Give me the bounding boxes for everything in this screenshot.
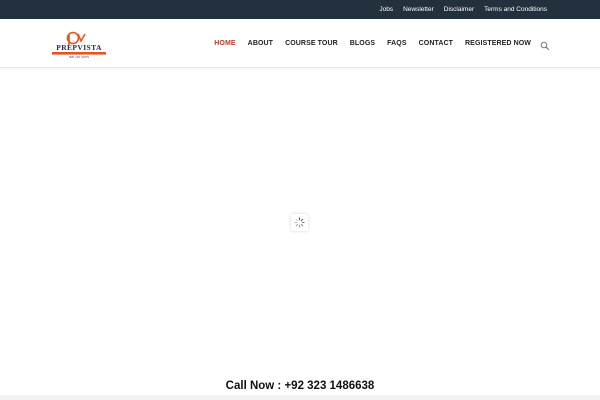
- top-link-terms[interactable]: Terms and Conditions: [479, 0, 552, 19]
- top-link-newsletter[interactable]: Newsletter: [398, 0, 439, 19]
- loading-spinner: [291, 214, 308, 231]
- nav-faqs[interactable]: FAQS: [381, 40, 412, 47]
- nav-registered-now[interactable]: REGISTERED NOW: [459, 40, 537, 47]
- nav-blogs[interactable]: BLOGS: [344, 40, 381, 47]
- nav-course-tour[interactable]: COURSE TOUR: [279, 40, 344, 47]
- site-logo[interactable]: PREPVISTA SMC | SCI | NOTS: [50, 31, 108, 59]
- page: Jobs Newsletter Disclaimer Terms and Con…: [0, 0, 600, 400]
- spinner-icon: [294, 217, 305, 228]
- logo-subtext: SMC | SCI | NOTS: [69, 56, 89, 59]
- nav-home[interactable]: HOME: [208, 40, 241, 47]
- call-now-text[interactable]: Call Now : +92 323 1486638: [0, 378, 600, 394]
- top-utility-bar: Jobs Newsletter Disclaimer Terms and Con…: [0, 0, 600, 19]
- nav-about[interactable]: ABOUT: [242, 40, 279, 47]
- logo-graphic: PREPVISTA SMC | SCI | NOTS: [52, 31, 106, 59]
- main-nav: HOME ABOUT COURSE TOUR BLOGS FAQS CONTAC…: [208, 19, 550, 67]
- logo-wordmark: PREPVISTA: [56, 43, 102, 52]
- top-link-jobs[interactable]: Jobs: [374, 0, 398, 19]
- top-link-disclaimer[interactable]: Disclaimer: [439, 0, 479, 19]
- nav-contact[interactable]: CONTACT: [413, 40, 459, 47]
- footer-strip: [0, 395, 600, 400]
- search-icon[interactable]: [540, 38, 550, 51]
- top-links: Jobs Newsletter Disclaimer Terms and Con…: [374, 0, 552, 19]
- main-header: PREPVISTA SMC | SCI | NOTS HOME ABOUT CO…: [0, 19, 600, 68]
